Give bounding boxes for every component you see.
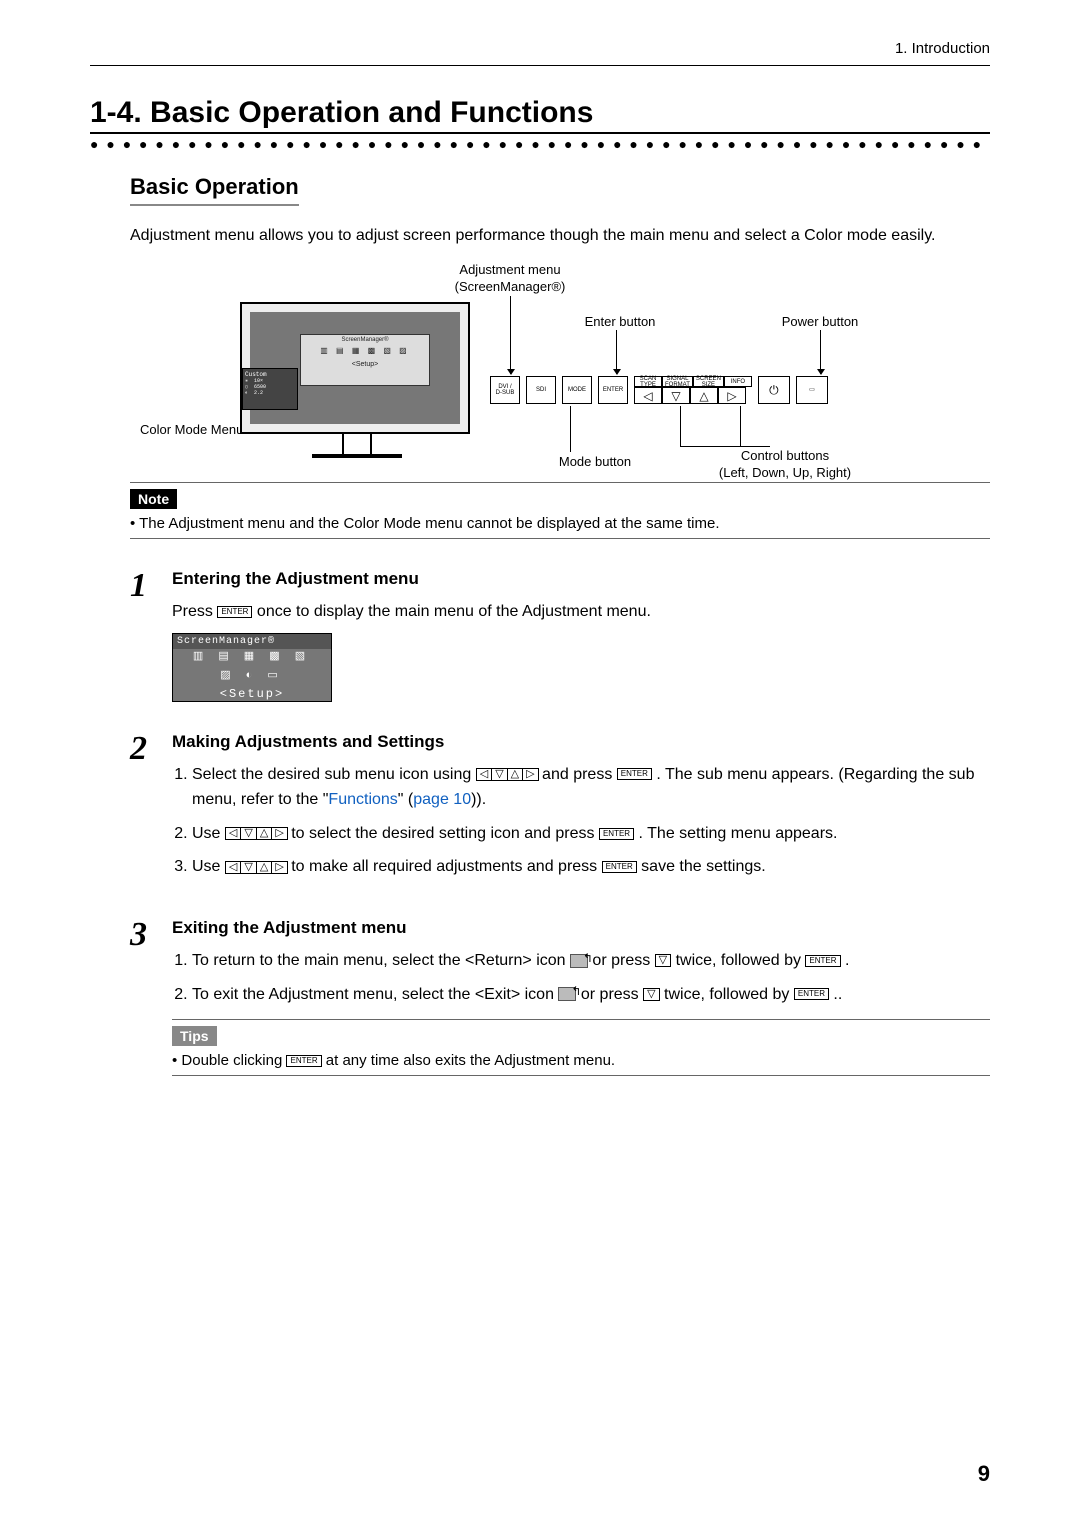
leader-line	[740, 406, 741, 446]
shot-icons-row2: ▨ ◐ ▭	[220, 668, 284, 681]
section-title: 1-4. Basic Operation and Functions	[90, 96, 990, 134]
tips-text: • Double clicking ENTER at any time also…	[172, 1052, 990, 1069]
step-2: 2 Making Adjustments and Settings Select…	[130, 732, 990, 888]
enter-keycap: ENTER	[617, 768, 652, 780]
power-button-callout: Power button	[760, 314, 880, 331]
note-rule-bottom	[130, 538, 990, 539]
hw-indicator: ▭	[796, 376, 828, 404]
leader-line	[570, 406, 571, 452]
adjustment-menu-callout: Adjustment menu (ScreenManager®)	[430, 262, 590, 296]
hw-btn-power: ⏻	[758, 376, 790, 404]
enter-keycap: ENTER	[805, 955, 840, 967]
monitor-graphic: ScreenManager® ▥ ▤ ▦ ▩ ▧ ▨ <Setup> Custo…	[240, 302, 470, 434]
step2-item2: Use ◁▽△▷ to select the desired setting i…	[192, 821, 990, 847]
up-keycap: △	[507, 768, 523, 781]
hw-btn-down: ▽	[662, 387, 690, 404]
tips-rule-top	[172, 1019, 990, 1020]
hw-label-info: INFO	[724, 376, 752, 387]
mode-button-callout: Mode button	[530, 454, 660, 471]
note-badge: Note	[130, 489, 177, 509]
enter-keycap: ENTER	[794, 988, 829, 1000]
leader-line	[680, 446, 740, 447]
header-chapter: 1. Introduction	[90, 40, 990, 57]
color-mode-window: Custom ✳ 10× ▯ 6500 ◐ 2.2	[242, 368, 298, 410]
right-keycap: ▷	[271, 827, 287, 840]
right-keycap: ▷	[522, 768, 538, 781]
left-keycap: ◁	[476, 768, 492, 781]
intro-paragraph: Adjustment menu allows you to adjust scr…	[130, 224, 990, 248]
step-title: Exiting the Adjustment menu	[172, 918, 990, 938]
step-1: 1 Entering the Adjustment menu Press ENT…	[130, 569, 990, 702]
tips-rule-bottom	[172, 1075, 990, 1076]
hw-btn-right: ▷	[718, 387, 746, 404]
monitor-diagram: Adjustment menu (ScreenManager®) Enter b…	[130, 262, 950, 462]
step-number: 2	[130, 732, 172, 888]
down-keycap: ▽	[655, 954, 671, 967]
hw-btn-mode: MODE	[562, 376, 592, 404]
step-text: Press ENTER once to display the main men…	[172, 599, 990, 625]
enter-keycap: ENTER	[217, 606, 252, 618]
functions-link[interactable]: Functions	[328, 791, 397, 808]
step2-item3: Use ◁▽△▷ to make all required adjustment…	[192, 854, 990, 880]
leader-line	[510, 296, 511, 374]
hw-label-scan: SCAN TYPE	[634, 376, 662, 387]
exit-icon	[558, 987, 576, 1001]
enter-button-callout: Enter button	[560, 314, 680, 331]
page10-link[interactable]: page 10	[413, 791, 471, 808]
down-keycap: ▽	[491, 768, 507, 781]
subsection-title: Basic Operation	[130, 174, 299, 206]
header-rule	[90, 65, 990, 66]
enter-keycap: ENTER	[286, 1055, 321, 1067]
step-number: 1	[130, 569, 172, 702]
step-number: 3	[130, 918, 172, 1076]
left-keycap: ◁	[225, 861, 241, 874]
note-text: • The Adjustment menu and the Color Mode…	[130, 515, 990, 532]
return-icon	[570, 954, 588, 968]
hw-btn-up: △	[690, 387, 718, 404]
screenmanager-window: ScreenManager® ▥ ▤ ▦ ▩ ▧ ▨ <Setup>	[300, 334, 430, 386]
enter-keycap: ENTER	[599, 828, 634, 840]
leader-line	[616, 330, 617, 374]
leader-line	[680, 406, 681, 446]
left-keycap: ◁	[225, 827, 241, 840]
leader-line	[820, 330, 821, 374]
step-3: 3 Exiting the Adjustment menu To return …	[130, 918, 990, 1076]
step-title: Making Adjustments and Settings	[172, 732, 990, 752]
control-buttons-callout: Control buttons (Left, Down, Up, Right)	[690, 448, 880, 482]
up-keycap: △	[256, 827, 272, 840]
tips-badge: Tips	[172, 1026, 217, 1046]
page-number: 9	[978, 1461, 990, 1487]
hw-btn-dvi: DVI / D-SUB	[490, 376, 520, 404]
down-keycap: ▽	[643, 988, 659, 1001]
note-rule-top	[130, 482, 990, 483]
dotted-underline: ● ● ● ● ● ● ● ● ● ● ● ● ● ● ● ● ● ● ● ● …	[90, 136, 990, 152]
hw-label-signal: SIGNAL FORMAT	[662, 376, 693, 387]
shot-icons-row1: ▥ ▤ ▦ ▩ ▧	[193, 649, 311, 662]
down-keycap: ▽	[240, 861, 256, 874]
screenmanager-shot: ScreenManager® ▥ ▤ ▦ ▩ ▧ ▨ ◐ ▭ <Setup>	[172, 633, 332, 702]
down-keycap: ▽	[240, 827, 256, 840]
leader-line	[740, 446, 770, 447]
hw-btn-sdi: SDI	[526, 376, 556, 404]
step3-item1: To return to the main menu, select the <…	[192, 948, 990, 974]
hw-btn-enter: ENTER	[598, 376, 628, 404]
enter-keycap: ENTER	[602, 861, 637, 873]
step-title: Entering the Adjustment menu	[172, 569, 990, 589]
step3-item2: To exit the Adjustment menu, select the …	[192, 982, 990, 1008]
hw-button-bar: DVI / D-SUB SDI MODE ENTER SCAN TYPE SIG…	[490, 376, 828, 404]
step2-item1: Select the desired sub menu icon using ◁…	[192, 762, 990, 813]
shot-setup-label: <Setup>	[220, 687, 284, 701]
hw-label-screen: SCREEN SIZE	[693, 376, 724, 387]
shot-titlebar: ScreenManager®	[173, 634, 331, 649]
up-keycap: △	[256, 861, 272, 874]
right-keycap: ▷	[271, 861, 287, 874]
hw-btn-left: ◁	[634, 387, 662, 404]
